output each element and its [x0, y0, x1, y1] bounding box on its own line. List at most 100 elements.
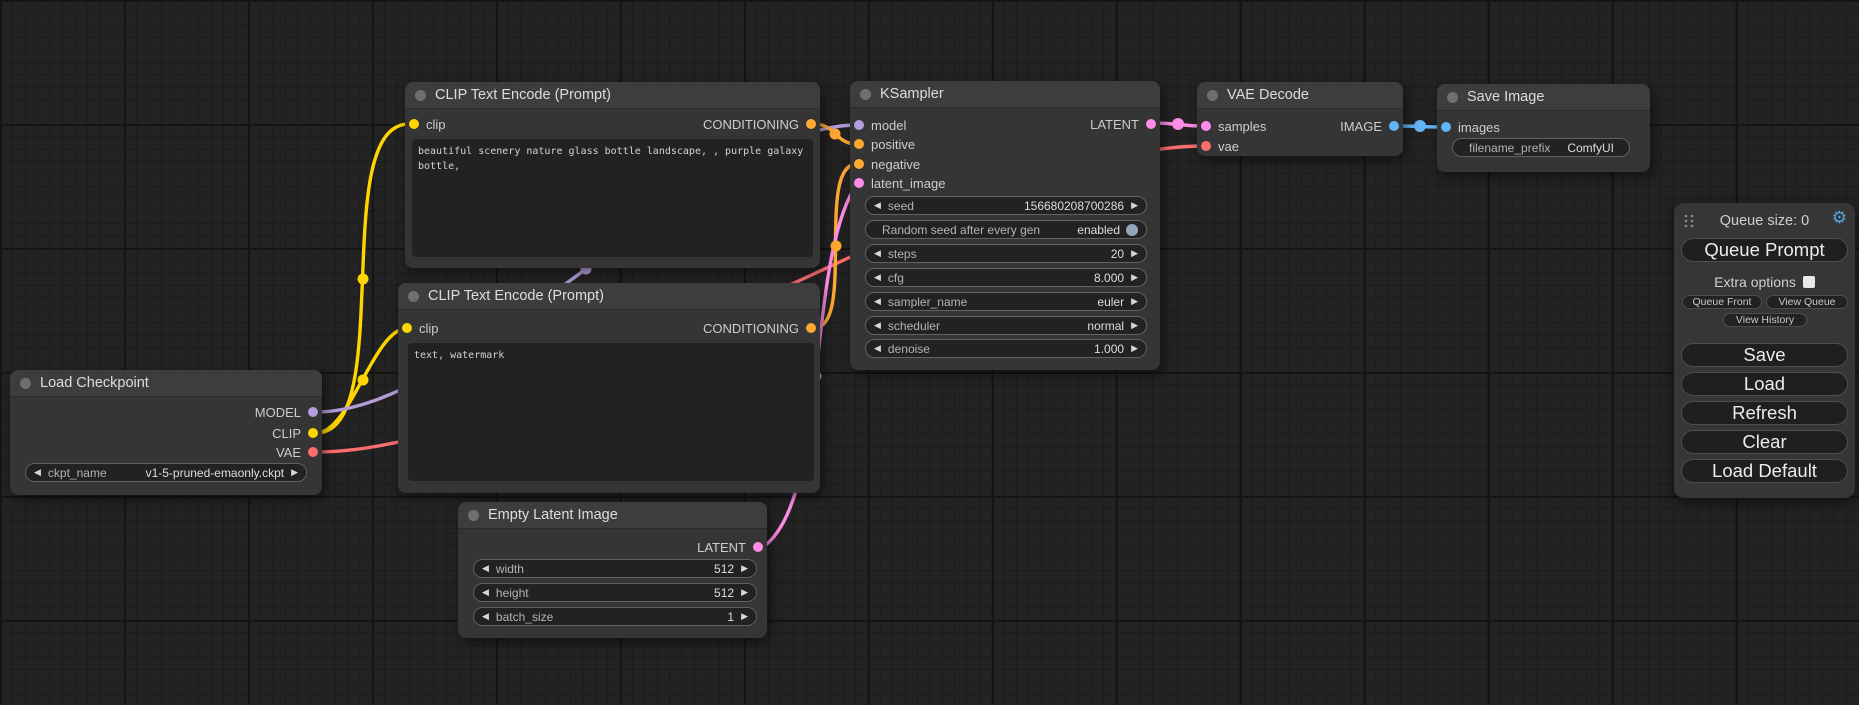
clip-output-dot[interactable]	[308, 428, 318, 438]
node-title-bar[interactable]: KSampler	[850, 81, 1160, 108]
collapse-dot-icon[interactable]	[20, 378, 31, 389]
decrement-arrow-icon[interactable]: ◀	[482, 588, 489, 597]
vae-output-dot[interactable]	[308, 447, 318, 457]
increment-arrow-icon[interactable]: ▶	[1131, 273, 1138, 282]
output-label: VAE	[276, 445, 301, 460]
widget-sampler-name[interactable]: ◀ sampler_name euler ▶	[865, 292, 1147, 311]
queue-prompt-button[interactable]: Queue Prompt	[1681, 238, 1848, 262]
widget-width[interactable]: ◀ width 512 ▶	[473, 559, 757, 578]
decrement-arrow-icon[interactable]: ◀	[874, 297, 881, 306]
clip-input-dot[interactable]	[409, 119, 419, 129]
input-label: latent_image	[871, 176, 945, 191]
toggle-enabled-dot[interactable]	[1126, 224, 1138, 236]
node-clip-text-encode-positive[interactable]: CLIP Text Encode (Prompt) clip CONDITION…	[405, 82, 820, 268]
comfyui-canvas[interactable]: { "icons": { "arrow_left": "◀", "arrow_r…	[0, 0, 1859, 705]
view-queue-button[interactable]: View Queue	[1766, 295, 1848, 309]
load-default-button[interactable]: Load Default	[1681, 459, 1848, 483]
drag-handle-icon[interactable]	[1684, 213, 1694, 229]
increment-arrow-icon[interactable]: ▶	[291, 468, 298, 477]
increment-arrow-icon[interactable]: ▶	[1131, 249, 1138, 258]
widget-random-seed-toggle[interactable]: Random seed after every gen enabled	[865, 220, 1147, 239]
latent-output-dot[interactable]	[753, 542, 763, 552]
increment-arrow-icon[interactable]: ▶	[741, 612, 748, 621]
node-ksampler[interactable]: KSampler model positive negative latent_…	[850, 81, 1160, 370]
increment-arrow-icon[interactable]: ▶	[741, 564, 748, 573]
widget-value: 1.000	[1094, 342, 1124, 356]
node-save-image[interactable]: Save Image images filename_prefix ComfyU…	[1437, 84, 1650, 172]
negative-input-dot[interactable]	[854, 159, 864, 169]
output-label: MODEL	[255, 405, 301, 420]
positive-prompt-textarea[interactable]: beautiful scenery nature glass bottle la…	[412, 139, 813, 257]
images-input-dot[interactable]	[1441, 122, 1451, 132]
widget-value: 1	[727, 610, 734, 624]
latent-input-dot[interactable]	[854, 178, 864, 188]
widget-ckpt-name[interactable]: ◀ ckpt_name v1-5-pruned-emaonly.ckpt ▶	[25, 463, 307, 482]
node-vae-decode[interactable]: VAE Decode samples vae IMAGE	[1197, 82, 1403, 156]
extra-options-checkbox[interactable]	[1803, 276, 1815, 288]
output-vae: VAE	[276, 445, 318, 459]
node-title-bar[interactable]: Save Image	[1437, 84, 1650, 111]
collapse-dot-icon[interactable]	[415, 90, 426, 101]
collapse-dot-icon[interactable]	[860, 89, 871, 100]
widget-cfg[interactable]: ◀ cfg 8.000 ▶	[865, 268, 1147, 287]
conditioning-output-dot[interactable]	[806, 323, 816, 333]
node-title: CLIP Text Encode (Prompt)	[428, 288, 604, 304]
samples-input-dot[interactable]	[1201, 121, 1211, 131]
clip-input-dot[interactable]	[402, 323, 412, 333]
load-button[interactable]: Load	[1681, 372, 1848, 396]
latent-output-dot[interactable]	[1146, 119, 1156, 129]
clear-button[interactable]: Clear	[1681, 430, 1848, 454]
widget-value: 20	[1111, 247, 1124, 261]
model-output-dot[interactable]	[308, 407, 318, 417]
node-load-checkpoint[interactable]: Load Checkpoint MODEL CLIP VAE ◀ ckpt_na…	[10, 370, 322, 495]
refresh-button[interactable]: Refresh	[1681, 401, 1848, 425]
node-title-bar[interactable]: Empty Latent Image	[458, 502, 767, 529]
increment-arrow-icon[interactable]: ▶	[1131, 321, 1138, 330]
collapse-dot-icon[interactable]	[1447, 92, 1458, 103]
widget-scheduler[interactable]: ◀ scheduler normal ▶	[865, 316, 1147, 335]
node-empty-latent-image[interactable]: Empty Latent Image LATENT ◀ width 512 ▶ …	[458, 502, 767, 638]
widget-batch-size[interactable]: ◀ batch_size 1 ▶	[473, 607, 757, 626]
input-clip: clip	[402, 321, 439, 335]
widget-denoise[interactable]: ◀ denoise 1.000 ▶	[865, 339, 1147, 358]
widget-steps[interactable]: ◀ steps 20 ▶	[865, 244, 1147, 263]
node-title-bar[interactable]: VAE Decode	[1197, 82, 1403, 109]
decrement-arrow-icon[interactable]: ◀	[874, 321, 881, 330]
increment-arrow-icon[interactable]: ▶	[1131, 344, 1138, 353]
widget-seed[interactable]: ◀ seed 156680208700286 ▶	[865, 196, 1147, 215]
node-clip-text-encode-negative[interactable]: CLIP Text Encode (Prompt) clip CONDITION…	[398, 283, 820, 493]
increment-arrow-icon[interactable]: ▶	[741, 588, 748, 597]
settings-gear-icon[interactable]: ⚙	[1832, 209, 1847, 226]
decrement-arrow-icon[interactable]: ◀	[874, 249, 881, 258]
model-input-dot[interactable]	[854, 120, 864, 130]
conditioning-output-dot[interactable]	[806, 119, 816, 129]
collapse-dot-icon[interactable]	[1207, 90, 1218, 101]
input-latent-image: latent_image	[854, 176, 945, 190]
decrement-arrow-icon[interactable]: ◀	[874, 344, 881, 353]
queue-front-button[interactable]: Queue Front	[1682, 295, 1762, 309]
decrement-arrow-icon[interactable]: ◀	[874, 273, 881, 282]
vae-input-dot[interactable]	[1201, 141, 1211, 151]
positive-input-dot[interactable]	[854, 139, 864, 149]
view-history-button[interactable]: View History	[1723, 313, 1807, 327]
node-title-bar[interactable]: CLIP Text Encode (Prompt)	[398, 283, 820, 310]
decrement-arrow-icon[interactable]: ◀	[34, 468, 41, 477]
node-title-bar[interactable]: Load Checkpoint	[10, 370, 322, 397]
node-title-bar[interactable]: CLIP Text Encode (Prompt)	[405, 82, 820, 109]
decrement-arrow-icon[interactable]: ◀	[482, 564, 489, 573]
collapse-dot-icon[interactable]	[408, 291, 419, 302]
queue-panel-header: Queue size: 0 ⚙	[1674, 212, 1855, 230]
save-button[interactable]: Save	[1681, 343, 1848, 367]
output-latent: LATENT	[697, 540, 763, 554]
widget-filename-prefix[interactable]: filename_prefix ComfyUI	[1452, 138, 1630, 157]
input-label: model	[871, 118, 906, 133]
decrement-arrow-icon[interactable]: ◀	[482, 612, 489, 621]
negative-prompt-textarea[interactable]: text, watermark	[408, 343, 814, 481]
increment-arrow-icon[interactable]: ▶	[1131, 297, 1138, 306]
image-output-dot[interactable]	[1389, 121, 1399, 131]
collapse-dot-icon[interactable]	[468, 510, 479, 521]
widget-label: steps	[888, 247, 917, 261]
increment-arrow-icon[interactable]: ▶	[1131, 201, 1138, 210]
decrement-arrow-icon[interactable]: ◀	[874, 201, 881, 210]
widget-height[interactable]: ◀ height 512 ▶	[473, 583, 757, 602]
